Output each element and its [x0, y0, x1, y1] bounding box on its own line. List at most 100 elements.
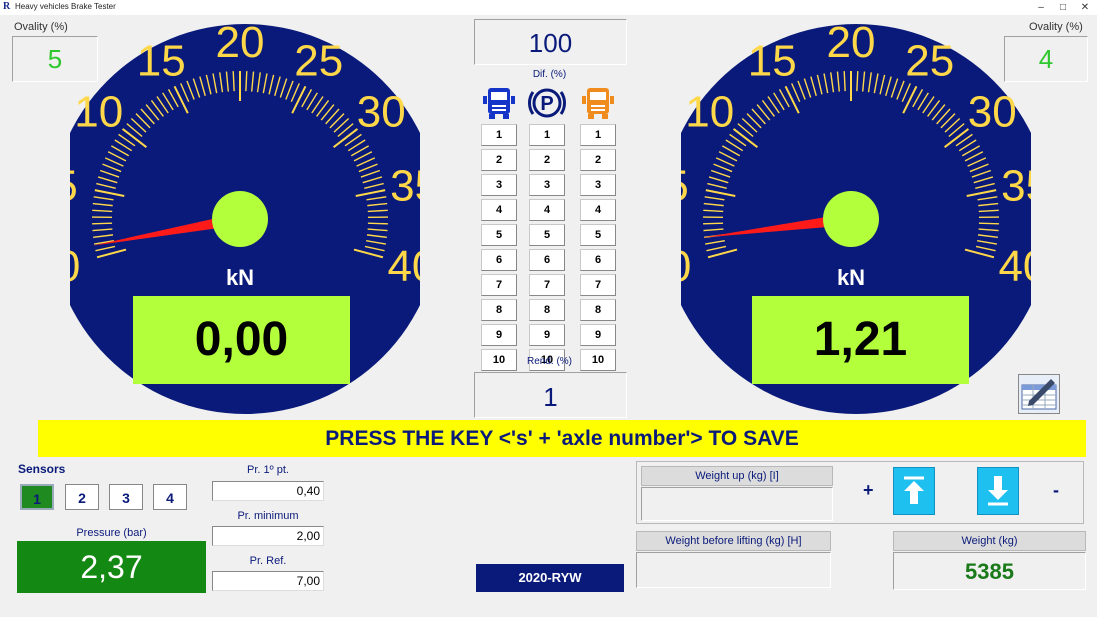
gauge-tick-label: 35 [1001, 161, 1031, 210]
gauge-tick-label: 5 [681, 161, 689, 210]
left-truck-icon [483, 88, 515, 119]
weight-up-label: Weight up (kg) [I] [641, 466, 833, 486]
left-axle-button[interactable]: 8 [481, 299, 517, 321]
gauge-tick-label: 40 [998, 242, 1031, 291]
right-axle-button[interactable]: 4 [580, 199, 616, 221]
sensor-button-4[interactable]: 4 [153, 484, 187, 510]
parking-axle-button[interactable]: 9 [529, 324, 565, 346]
left-axle-button[interactable]: 2 [481, 149, 517, 171]
efficiency-value: 1 [474, 372, 627, 418]
pressure-value: 2,37 [17, 541, 206, 593]
left-axle-button[interactable]: 3 [481, 174, 517, 196]
gauge-tick-label: 30 [357, 88, 406, 137]
gauge-unit-label: kN [837, 265, 865, 290]
gauge-tick-label: 10 [685, 88, 734, 137]
right-axle-button[interactable]: 8 [580, 299, 616, 321]
right-axle-button[interactable]: 5 [580, 224, 616, 246]
reference-pressure-label: Pr. Ref. [249, 555, 287, 567]
gauge-tick [978, 222, 999, 225]
parking-axle-button[interactable]: 3 [529, 174, 565, 196]
parking-axle-button[interactable]: 4 [529, 199, 565, 221]
gauge-tick-label: 40 [387, 242, 420, 291]
gauge-tick-label: 15 [748, 36, 797, 85]
close-button[interactable]: ✕ [1074, 0, 1096, 15]
reference-pressure-input[interactable]: 7,00 [212, 571, 324, 591]
maximize-button[interactable]: □ [1052, 0, 1074, 15]
sensors-label: Sensors [18, 462, 66, 476]
parking-axle-button[interactable]: 2 [529, 149, 565, 171]
left-axle-button[interactable]: 5 [481, 224, 517, 246]
difference-label: Dif. (%) [532, 69, 567, 80]
left-axle-button[interactable]: 9 [481, 324, 517, 346]
left-axle-button[interactable]: 1 [481, 124, 517, 146]
first-point-input[interactable]: 0,40 [212, 481, 324, 501]
left-axle-button[interactable]: 7 [481, 274, 517, 296]
minimum-pressure-input[interactable]: 2,00 [212, 526, 324, 546]
left-gauge-display: 0,00 [133, 296, 350, 384]
right-axle-button[interactable]: 1 [580, 124, 616, 146]
title-bar: R Heavy vehicles Brake Tester – □ ✕ [0, 0, 1097, 15]
gauge-tick [843, 71, 846, 92]
efficiency-label: Rend. (%) [526, 356, 572, 367]
gauge-tick [367, 222, 388, 225]
parking-brake-icon: P [528, 88, 566, 118]
window-title: Heavy vehicles Brake Tester [15, 2, 116, 11]
right-gauge-value: 1,21 [813, 313, 908, 366]
right-truck-icon [582, 88, 614, 119]
left-ovality-label: Ovality (%) [14, 21, 68, 33]
save-instruction-banner: PRESS THE KEY <'s' + 'axle number'> TO S… [38, 420, 1086, 457]
pressure-label: Pressure (bar) [76, 527, 147, 539]
gauge-tick-label: 25 [905, 36, 954, 85]
gauge-tick-label: 20 [216, 23, 265, 67]
weight-up-value [641, 487, 833, 521]
parking-axle-button[interactable]: 8 [529, 299, 565, 321]
right-axle-list: 1 2 3 4 5 6 7 8 9 10 [580, 124, 616, 374]
minimize-button[interactable]: – [1030, 0, 1052, 15]
right-axle-button[interactable]: 2 [580, 149, 616, 171]
minus-label: - [1053, 480, 1059, 500]
gauge-tick-label: 30 [968, 88, 1017, 137]
weight-before-lifting-label: Weight before lifting (kg) [H] [636, 531, 831, 551]
gauge-tick-label: 0 [681, 242, 691, 291]
right-axle-button[interactable]: 7 [580, 274, 616, 296]
sensor-button-2[interactable]: 2 [65, 484, 99, 510]
gauge-tick-label: 15 [137, 36, 186, 85]
lift-up-button[interactable] [893, 467, 935, 515]
gauge-tick-label: 20 [827, 23, 876, 67]
gauge-hub [823, 191, 879, 247]
parking-axle-button[interactable]: 7 [529, 274, 565, 296]
parking-axle-button[interactable]: 6 [529, 249, 565, 271]
gauge-tick-label: 10 [74, 88, 123, 137]
sensor-button-3[interactable]: 3 [109, 484, 143, 510]
sensor-button-1[interactable]: 1 [20, 484, 54, 510]
app-logo-icon: R [3, 1, 11, 12]
license-plate: 2020-RYW [476, 564, 624, 592]
gauge-tick [856, 71, 859, 92]
gauge-tick [703, 222, 724, 225]
minimum-pressure-label: Pr. minimum [237, 510, 299, 522]
left-axle-button[interactable]: 6 [481, 249, 517, 271]
gauge-hub [212, 191, 268, 247]
right-axle-button[interactable]: 6 [580, 249, 616, 271]
report-edit-button[interactable] [1018, 374, 1060, 414]
weight-label: Weight (kg) [893, 531, 1086, 551]
gauge-tick [245, 71, 248, 92]
left-axle-list: 1 2 3 4 5 6 7 8 9 10 [481, 124, 517, 374]
right-axle-button[interactable]: 3 [580, 174, 616, 196]
parking-axle-button[interactable]: 5 [529, 224, 565, 246]
weight-before-lifting-value [636, 552, 831, 588]
left-axle-button[interactable]: 4 [481, 199, 517, 221]
right-axle-button[interactable]: 9 [580, 324, 616, 346]
arrow-down-icon [988, 476, 1008, 506]
arrow-up-icon [904, 476, 924, 504]
svg-text:P: P [540, 93, 553, 115]
gauge-unit-label: kN [226, 265, 254, 290]
gauge-tick-label: 0 [70, 242, 80, 291]
parking-axle-button[interactable]: 1 [529, 124, 565, 146]
gauge-tick [92, 222, 113, 225]
parking-axle-list: 1 2 3 4 5 6 7 8 9 10 [529, 124, 565, 374]
lift-down-button[interactable] [977, 467, 1019, 515]
gauge-tick-label: 5 [70, 161, 78, 210]
gauge-tick-label: 35 [390, 161, 420, 210]
gauge-tick [232, 71, 235, 92]
